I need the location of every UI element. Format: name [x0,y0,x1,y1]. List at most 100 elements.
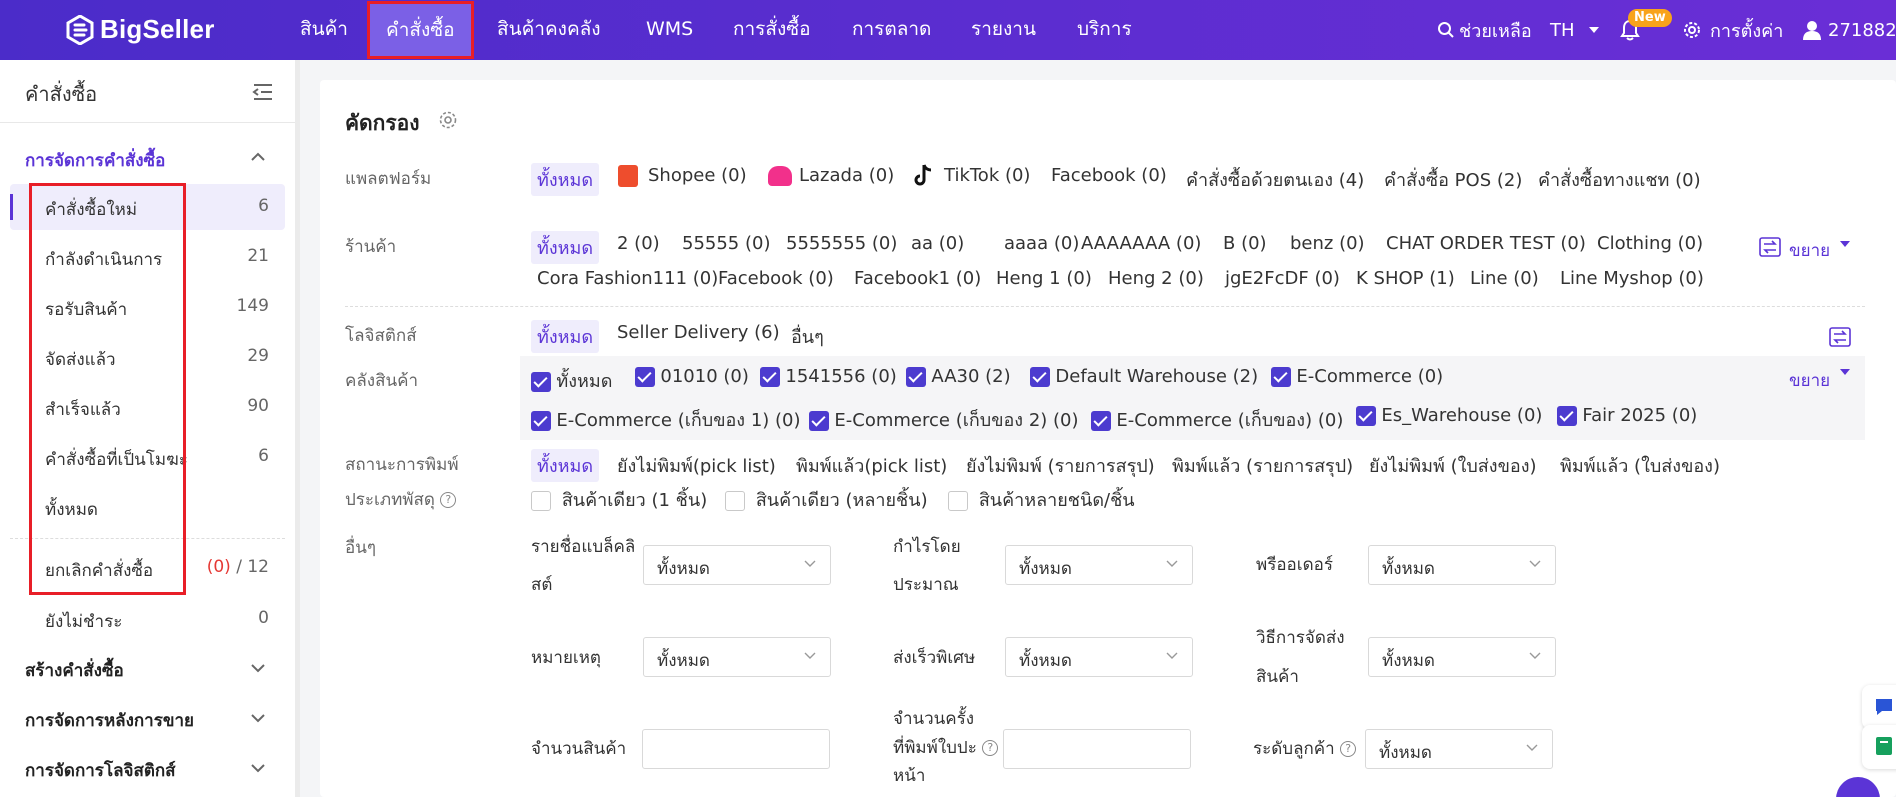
nav-services[interactable]: บริการ [1077,0,1132,60]
section-after-sales[interactable]: การจัดการหลังการขาย [25,707,194,734]
quantity-input[interactable] [642,729,830,769]
help-icon[interactable]: ? [440,492,457,508]
warehouse-option[interactable]: AA30 (2) [906,366,1011,387]
shop-option[interactable]: aa (0) [911,233,964,254]
chevron-down-icon[interactable] [250,663,266,673]
platform-manual[interactable]: คำสั่งซื้อด้วยตนเอง (4) [1186,165,1364,194]
section-create-order[interactable]: สร้างคำสั่งซื้อ [25,657,124,684]
print-option[interactable]: พิมพ์แล้ว(pick list) [796,451,947,480]
print-all[interactable]: ทั้งหมด [531,449,600,482]
nav-reports[interactable]: รายงาน [971,0,1036,60]
platform-all[interactable]: ทั้งหมด [531,163,600,196]
help-link[interactable]: ช่วยเหลือ [1437,0,1532,60]
nav-marketing[interactable]: การตลาด [852,0,931,60]
platform-lazada[interactable]: Lazada (0) [799,165,894,186]
shop-option[interactable]: Facebook1 (0) [854,268,981,289]
nav-inventory[interactable]: สินค้าคงคลัง [497,0,601,60]
warehouse-option[interactable]: Default Warehouse (2) [1030,366,1258,387]
user-menu[interactable]: 271882... [1802,0,1896,60]
print-option[interactable]: พิมพ์แล้ว (รายการสรุป) [1172,451,1353,480]
parcel-option[interactable]: สินค้าหลายชนิด/ชิ้น [948,485,1135,514]
nav-products[interactable]: สินค้า [300,0,348,60]
print-option[interactable]: พิมพ์แล้ว (ใบส่งของ) [1560,451,1720,480]
shop-option[interactable]: K SHOP (1) [1356,268,1455,289]
platform-tiktok[interactable]: TikTok (0) [944,165,1030,186]
notebook-float-button[interactable] [1862,725,1896,769]
chevron-down-icon [1529,652,1541,659]
shop-option[interactable]: CHAT ORDER TEST (0) [1386,233,1586,254]
nav-wms[interactable]: WMS [646,0,693,60]
settings-link[interactable]: การตั้งค่า [1683,0,1783,60]
platform-facebook[interactable]: Facebook (0) [1051,165,1167,186]
shop-option[interactable]: Facebook (0) [718,268,834,289]
help-icon[interactable]: ? [1340,741,1357,757]
warehouse-option[interactable]: E-Commerce (เก็บของ 1) (0) [531,405,801,434]
shop-expand-link[interactable]: ขยาย [1789,237,1830,264]
shop-option[interactable]: Heng 1 (0) [996,268,1092,289]
warehouse-expand-link[interactable]: ขยาย [1789,367,1830,394]
brand-logo[interactable]: BigSeller [66,14,215,45]
logistics-all[interactable]: ทั้งหมด [531,320,600,353]
shop-option[interactable]: benz (0) [1290,233,1365,254]
logistics-seller-delivery[interactable]: Seller Delivery (6) [617,322,780,343]
language-selector[interactable]: TH [1550,0,1599,60]
shop-option[interactable]: 2 (0) [617,233,660,254]
sidebar-divider [0,122,300,123]
print-option[interactable]: ยังไม่พิมพ์ (ใบส่งของ) [1369,451,1537,480]
platform-shopee[interactable]: Shopee (0) [648,165,747,186]
warehouse-option[interactable]: 01010 (0) [635,366,749,387]
sidebar-scrollbar[interactable] [295,60,300,797]
swap-icon[interactable] [1829,327,1851,347]
shop-option[interactable]: 55555 (0) [682,233,770,254]
collapse-sidebar-icon[interactable] [252,82,274,102]
chevron-down-icon[interactable] [250,763,266,773]
shipping-method-select[interactable]: ทั้งหมด [1368,637,1556,677]
preorder-select[interactable]: ทั้งหมด [1368,545,1556,585]
print-option[interactable]: ยังไม่พิมพ์ (รายการสรุป) [966,451,1155,480]
nav-orders[interactable]: คำสั่งซื้อ [367,1,474,59]
shop-option[interactable]: aaaa (0) [1004,233,1079,254]
nav-purchase[interactable]: การสั่งซื้อ [733,0,811,60]
feedback-float-button[interactable] [1862,685,1896,729]
chevron-down-icon[interactable] [250,713,266,723]
warehouse-option[interactable]: Es_Warehouse (0) [1356,405,1542,426]
blacklist-select[interactable]: ทั้งหมด [643,545,831,585]
profit-select[interactable]: ทั้งหมด [1005,545,1193,585]
print-count-input[interactable] [1003,729,1191,769]
section-order-management[interactable]: การจัดการคำสั่งซื้อ [25,147,165,174]
shop-option[interactable]: 5555555 (0) [786,233,897,254]
express-select[interactable]: ทั้งหมด [1005,637,1193,677]
chevron-up-icon[interactable] [250,152,266,162]
swap-icon[interactable] [1759,237,1781,257]
caret-down-icon[interactable] [1840,369,1850,375]
platform-pos[interactable]: คำสั่งซื้อ POS (2) [1384,165,1522,194]
shop-option[interactable]: Line (0) [1470,268,1539,289]
shop-option[interactable]: Line Myshop (0) [1560,268,1704,289]
shop-all[interactable]: ทั้งหมด [531,231,600,264]
parcel-option[interactable]: สินค้าเดียว (หลายชิ้น) [725,485,928,514]
warehouse-option[interactable]: E-Commerce (0) [1271,366,1443,387]
help-icon[interactable]: ? [982,740,999,756]
shop-option[interactable]: B (0) [1223,233,1267,254]
help-label: ช่วยเหลือ [1459,20,1532,42]
shop-option[interactable]: Heng 2 (0) [1108,268,1204,289]
warehouse-option[interactable]: E-Commerce (เก็บของ) (0) [1091,405,1343,434]
warehouse-option[interactable]: 1541556 (0) [760,366,897,387]
shop-option[interactable]: Clothing (0) [1597,233,1703,254]
section-logistics-management[interactable]: การจัดการโลจิสติกส์ [25,757,176,784]
print-option[interactable]: ยังไม่พิมพ์(pick list) [617,451,776,480]
shop-option[interactable]: AAAAAAA (0) [1081,233,1201,254]
warehouse-option[interactable]: Fair 2025 (0) [1557,405,1697,426]
sidebar-item-unpaid[interactable]: ยังไม่ชำระ 0 [10,596,285,642]
warehouse-option[interactable]: ทั้งหมด [531,366,612,395]
platform-chat[interactable]: คำสั่งซื้อทางแชท (0) [1538,165,1701,194]
parcel-option[interactable]: สินค้าเดียว (1 ชิ้น) [531,485,707,514]
caret-down-icon[interactable] [1840,241,1850,247]
warehouse-option[interactable]: E-Commerce (เก็บของ 2) (0) [809,405,1079,434]
customer-level-select[interactable]: ทั้งหมด [1365,729,1553,769]
shop-option[interactable]: Cora Fashion111 (0) [537,268,718,289]
logistics-other[interactable]: อื่นๆ [791,322,824,351]
shop-option[interactable]: jgE2FcDF (0) [1225,268,1340,289]
note-select[interactable]: ทั้งหมด [643,637,831,677]
gear-icon[interactable] [438,110,458,130]
